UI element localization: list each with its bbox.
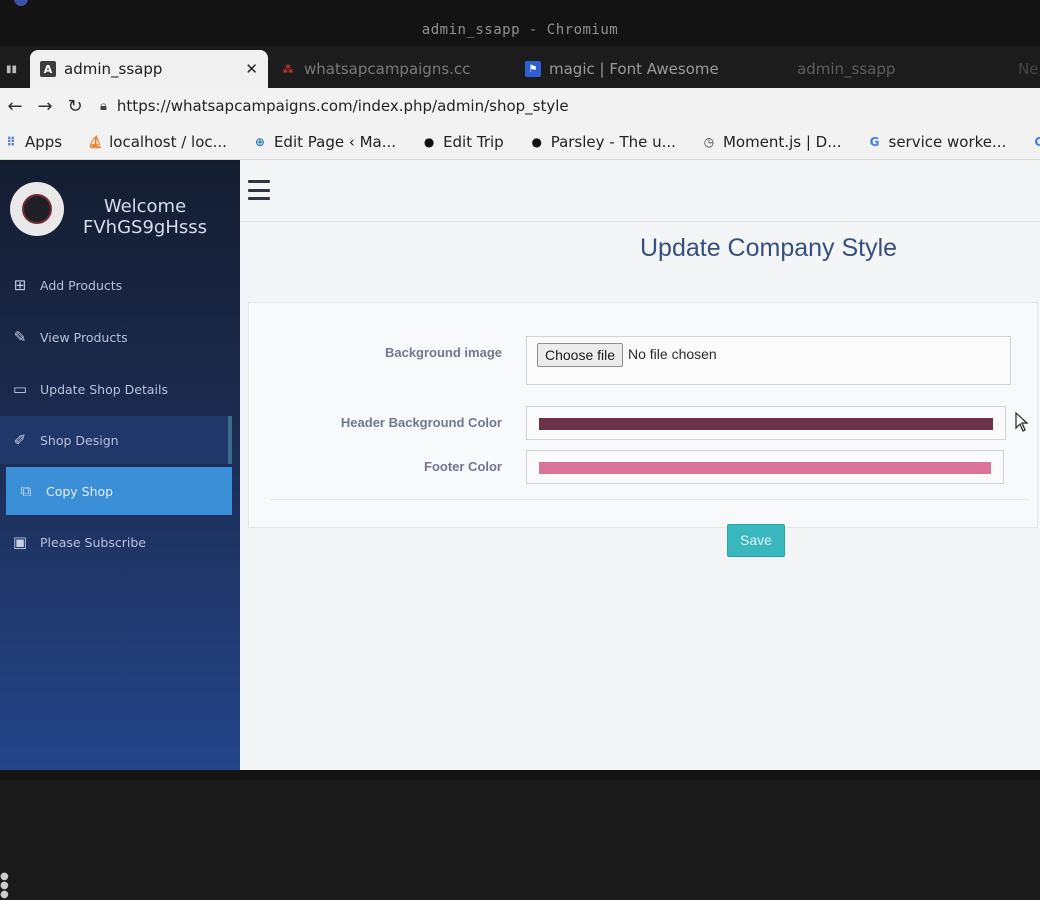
hamburger-menu-icon[interactable] bbox=[248, 180, 270, 200]
avatar bbox=[10, 182, 64, 236]
tab-label: Ne bbox=[1018, 60, 1039, 78]
lock-icon[interactable]: 🔒︎ bbox=[100, 99, 107, 114]
bookmark-label: Apps bbox=[25, 132, 63, 151]
tab-label: admin_ssapp bbox=[64, 60, 163, 78]
copy-icon: ⧉ bbox=[20, 482, 32, 500]
background-image-input[interactable]: Choose file No file chosen bbox=[526, 336, 1011, 385]
bookmark-edit-trip[interactable]: ● Edit Trip bbox=[422, 133, 504, 151]
tab-overview-icon[interactable]: ▮▮ bbox=[6, 64, 17, 75]
page-title: Update Company Style bbox=[640, 234, 898, 262]
window-titlebar: admin_ssapp - Chromium bbox=[0, 0, 1040, 46]
bookmark-edit-page[interactable]: ⊕ Edit Page ‹ Ma... bbox=[253, 133, 396, 151]
bookmarks-bar: ⠿ Apps ⛵︎ localhost / loc... ⊕ Edit Page… bbox=[0, 124, 1040, 160]
money-icon: ▣ bbox=[12, 533, 28, 551]
globe-icon: ● bbox=[423, 134, 435, 149]
sidebar-item-view-products[interactable]: ✎ View Products bbox=[0, 313, 232, 361]
web-page: Welcome FVhGS9gHsss ⊞ Add Products ✎ Vie… bbox=[0, 160, 1040, 900]
tab-admin-ssapp-2[interactable]: admin_ssapp bbox=[797, 50, 977, 88]
clock-icon: ◷ bbox=[703, 134, 715, 149]
back-arrow-icon[interactable]: ← bbox=[0, 96, 30, 117]
sidebar-item-add-products[interactable]: ⊞ Add Products bbox=[0, 261, 232, 309]
bookmark-service-worker[interactable]: G service worke... bbox=[868, 133, 1007, 151]
mouse-pointer-icon bbox=[1015, 412, 1029, 432]
google-icon: G bbox=[869, 134, 880, 149]
table-icon: ⊞ bbox=[13, 276, 27, 294]
sidebar-item-label: Update Shop Details bbox=[40, 381, 168, 397]
sidebar-item-shop-design[interactable]: ✐ Shop Design bbox=[0, 416, 232, 464]
monitor-icon: ▭ bbox=[12, 380, 28, 398]
bookmark-momentjs[interactable]: ◷ Moment.js | D... bbox=[702, 133, 842, 151]
sidebar-item-label: Copy Shop bbox=[46, 483, 114, 499]
style-form-panel: Background image Choose file No file cho… bbox=[248, 302, 1038, 528]
tab-label: magic | Font Awesome bbox=[549, 60, 719, 78]
save-button[interactable]: Save bbox=[727, 524, 785, 557]
flag-icon: ⚑ bbox=[525, 61, 541, 77]
bookmark-apps[interactable]: ⠿ Apps bbox=[4, 133, 62, 151]
bookmark-mak[interactable]: G mak bbox=[1032, 133, 1040, 151]
tab-font-awesome[interactable]: ⚑ magic | Font Awesome bbox=[525, 50, 765, 88]
more-options-icon[interactable]: ● ● ● bbox=[0, 872, 9, 900]
form-divider bbox=[269, 499, 1029, 500]
bookmark-label: Edit Page ‹ Ma... bbox=[273, 132, 397, 151]
file-status-text: No file chosen bbox=[628, 346, 717, 362]
red-logo-icon: ⁂ bbox=[282, 62, 294, 76]
tab-strip: ▮▮ A admin_ssapp ✕ ⁂ whatsapcampaigns.cc… bbox=[0, 46, 1040, 88]
main-content: Update Company Style Background image Ch… bbox=[240, 160, 1040, 770]
footer-color-label: Footer Color bbox=[424, 459, 502, 474]
close-icon[interactable]: ✕ bbox=[245, 60, 258, 78]
brush-icon: ✐ bbox=[13, 431, 27, 449]
google-icon: G bbox=[1032, 135, 1040, 149]
browser-toolbar: ← → ↻ 🔒︎ https://whatsapcampaigns.com/in… bbox=[0, 88, 1040, 124]
apps-grid-icon: ⠿ bbox=[6, 134, 16, 149]
url-field[interactable]: https://whatsapcampaigns.com/index.php/a… bbox=[117, 97, 569, 115]
wordpress-icon: ⊕ bbox=[254, 134, 265, 149]
username: FVhGS9gHsss bbox=[83, 217, 207, 238]
welcome-label: Welcome bbox=[103, 196, 187, 217]
os-menu-icon bbox=[14, 0, 28, 6]
sidebar-item-label: Please Subscribe bbox=[40, 534, 146, 550]
footer-color-swatch[interactable] bbox=[539, 462, 991, 474]
phpmyadmin-icon: ⛵︎ bbox=[87, 134, 103, 149]
a-letter-icon: A bbox=[40, 61, 56, 77]
bookmark-parsley[interactable]: ● Parsley - The u... bbox=[530, 133, 676, 151]
bookmark-label: Moment.js | D... bbox=[722, 132, 842, 151]
choose-file-button[interactable]: Choose file bbox=[537, 343, 624, 367]
bookmark-label: service worke... bbox=[888, 132, 1007, 151]
welcome-text: Welcome FVhGS9gHsss bbox=[70, 196, 220, 238]
window-title: admin_ssapp - Chromium bbox=[421, 22, 619, 38]
bookmark-label: Parsley - The u... bbox=[550, 132, 676, 151]
reload-icon[interactable]: ↻ bbox=[60, 96, 90, 117]
forward-arrow-icon[interactable]: → bbox=[30, 96, 60, 117]
footer-color-input[interactable] bbox=[526, 450, 1004, 484]
sidebar-item-label: View Products bbox=[40, 329, 128, 345]
header-color-swatch[interactable] bbox=[539, 418, 993, 430]
sidebar-item-update-shop-details[interactable]: ▭ Update Shop Details bbox=[0, 365, 232, 413]
screen-bezel bbox=[0, 770, 1040, 780]
sidebar: Welcome FVhGS9gHsss ⊞ Add Products ✎ Vie… bbox=[0, 160, 240, 770]
top-navbar bbox=[240, 160, 1040, 222]
bookmark-label: localhost / loc... bbox=[109, 132, 227, 151]
sidebar-item-copy-shop[interactable]: ⧉ Copy Shop bbox=[6, 467, 232, 515]
profile-logo-icon bbox=[22, 194, 52, 224]
header-color-input[interactable] bbox=[526, 406, 1006, 440]
header-color-label: Header Background Color bbox=[340, 415, 502, 430]
tab-label: admin_ssapp bbox=[797, 60, 896, 78]
tab-label: whatsapcampaigns.cc bbox=[304, 60, 471, 78]
tab-whatsapcampaigns[interactable]: ⁂ whatsapcampaigns.cc bbox=[280, 50, 500, 88]
background-image-label: Background image bbox=[384, 345, 502, 360]
tab-admin-ssapp[interactable]: A admin_ssapp ✕ bbox=[30, 50, 268, 88]
edit-icon: ✎ bbox=[13, 328, 27, 346]
bookmark-localhost[interactable]: ⛵︎ localhost / loc... bbox=[88, 133, 227, 151]
globe-icon: ● bbox=[531, 134, 542, 149]
sidebar-item-please-subscribe[interactable]: ▣ Please Subscribe bbox=[0, 518, 232, 566]
sidebar-item-label: Shop Design bbox=[40, 432, 119, 448]
tab-ne[interactable]: Ne bbox=[1018, 50, 1040, 88]
sidebar-item-label: Add Products bbox=[40, 277, 123, 293]
bookmark-label: Edit Trip bbox=[443, 132, 504, 151]
